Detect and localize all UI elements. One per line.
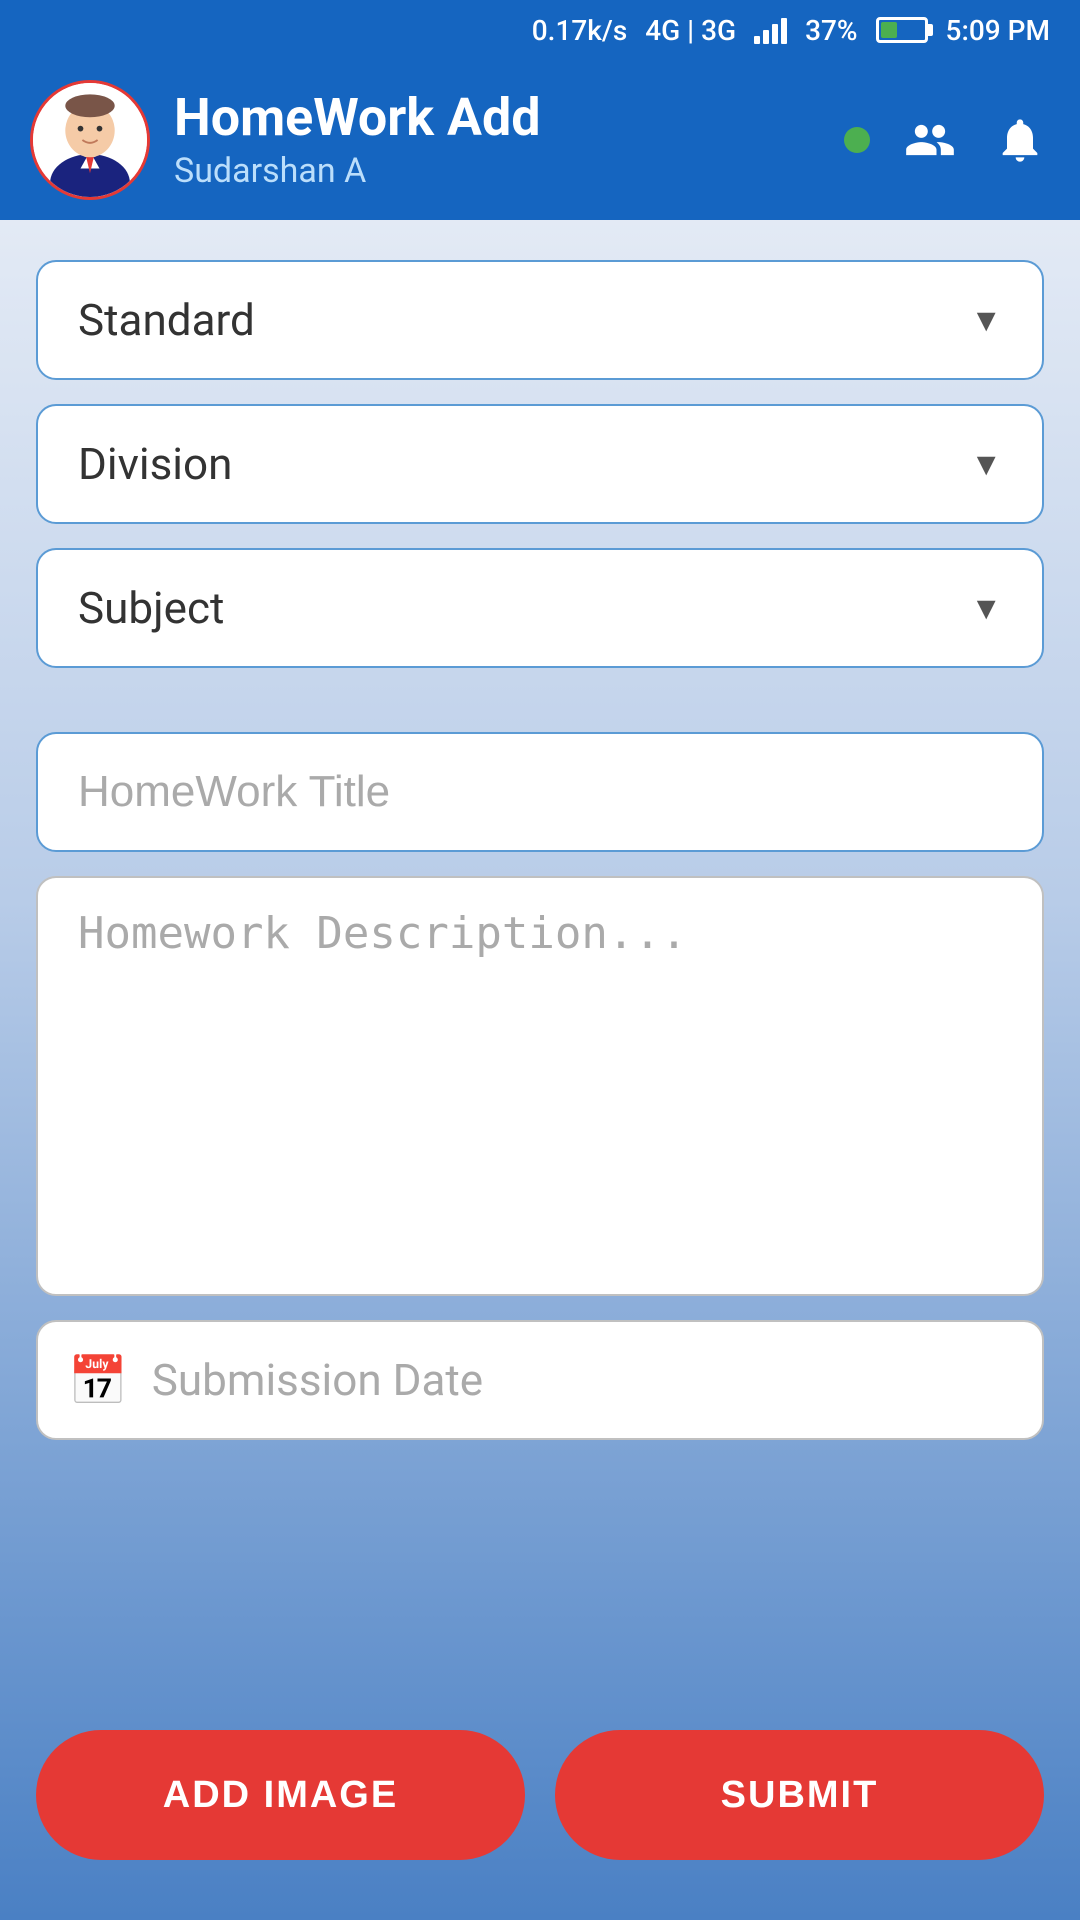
user-name: Sudarshan A	[174, 151, 820, 191]
battery-icon	[876, 17, 928, 43]
division-chevron-icon: ▼	[970, 445, 1002, 483]
signal-indicator	[754, 16, 787, 44]
status-bar: 0.17k/s 4G | 3G 37% 5:09 PM	[0, 0, 1080, 60]
division-dropdown[interactable]: Division ▼	[36, 404, 1044, 524]
division-label: Division	[78, 438, 232, 490]
standard-label: Standard	[78, 294, 255, 346]
app-header: HomeWork Add Sudarshan A	[0, 60, 1080, 220]
submit-button[interactable]: SUBMIT	[555, 1730, 1044, 1860]
standard-chevron-icon: ▼	[970, 301, 1002, 339]
add-image-button[interactable]: ADD IMAGE	[36, 1730, 525, 1860]
subject-dropdown[interactable]: Subject ▼	[36, 548, 1044, 668]
avatar	[30, 80, 150, 200]
homework-title-input[interactable]	[36, 732, 1044, 852]
main-content: Standard ▼ Division ▼ Subject ▼ 📅 Submis…	[0, 220, 1080, 1920]
network-speed: 0.17k/s	[532, 14, 627, 47]
page-title: HomeWork Add	[174, 89, 820, 146]
network-type: 4G | 3G	[645, 14, 736, 47]
standard-dropdown[interactable]: Standard ▼	[36, 260, 1044, 380]
header-actions	[844, 110, 1050, 170]
subject-label: Subject	[78, 582, 224, 634]
online-indicator	[844, 127, 870, 153]
battery-percent: 37%	[805, 14, 857, 47]
subject-chevron-icon: ▼	[970, 589, 1002, 627]
time-display: 5:09 PM	[946, 14, 1050, 47]
action-buttons: ADD IMAGE SUBMIT	[36, 1730, 1044, 1880]
submission-date-field[interactable]: 📅 Submission Date	[36, 1320, 1044, 1440]
notification-icon[interactable]	[990, 110, 1050, 170]
calendar-icon: 📅	[68, 1352, 128, 1409]
group-icon[interactable]	[900, 110, 960, 170]
header-info: HomeWork Add Sudarshan A	[174, 89, 820, 190]
date-placeholder: Submission Date	[152, 1354, 483, 1406]
homework-description-input[interactable]	[36, 876, 1044, 1296]
